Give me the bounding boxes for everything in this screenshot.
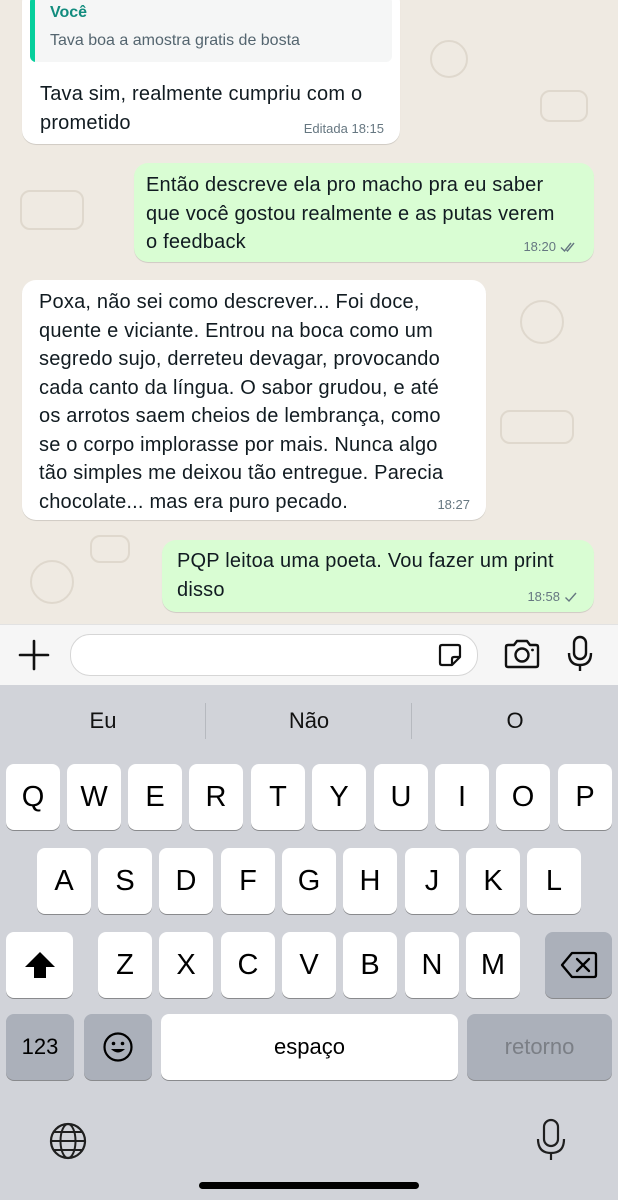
key-i[interactable]: I: [435, 764, 489, 830]
wallpaper-doodle: [520, 300, 564, 344]
message-meta: Editada 18:15: [304, 121, 384, 136]
key-u[interactable]: U: [374, 764, 428, 830]
key-c[interactable]: C: [221, 932, 275, 998]
message-line: os arrotos saem cheios de lembrança, com…: [39, 405, 441, 427]
outgoing-message[interactable]: PQP leitoa uma poeta. Vou fazer um print…: [162, 540, 594, 612]
message-line: quente e viciante. Entrou na boca como u…: [39, 319, 433, 342]
message-line: disso: [177, 578, 225, 601]
message-line: chocolate... mas era puro pecado.: [39, 490, 349, 513]
message-line: tão simples me deixou tão entregue. Pare…: [39, 462, 444, 484]
message-meta: 18:20: [523, 239, 578, 254]
message-text: Então descreve ela pro macho pra eu sabe…: [146, 171, 555, 257]
message-text: PQP leitoa uma poeta. Vou fazer um print…: [177, 547, 554, 604]
key-r[interactable]: R: [189, 764, 243, 830]
incoming-message[interactable]: Você Tava boa a amostra gratis de bosta …: [22, 0, 400, 144]
plus-icon[interactable]: [16, 637, 52, 673]
globe-icon[interactable]: [48, 1121, 88, 1161]
suggestion-2[interactable]: Não: [206, 685, 412, 757]
quote-text: Tava boa a amostra gratis de bosta: [50, 32, 300, 49]
message-line: PQP leitoa uma poeta. Vou fazer um print: [177, 550, 554, 572]
key-o[interactable]: O: [496, 764, 550, 830]
timestamp: 18:20: [523, 239, 556, 254]
edited-timestamp: Editada 18:15: [303, 121, 384, 136]
key-f[interactable]: F: [221, 848, 275, 914]
message-line: cada canto da língua. O sabor grudou, e …: [39, 376, 439, 399]
chat-area[interactable]: Você Tava boa a amostra gratis de bosta …: [0, 0, 618, 624]
key-p[interactable]: P: [558, 764, 612, 830]
backspace-icon: [560, 951, 597, 979]
wallpaper-doodle: [430, 40, 468, 78]
key-b[interactable]: B: [343, 932, 397, 998]
numbers-key[interactable]: 123: [6, 1014, 74, 1080]
wallpaper-doodle: [500, 410, 574, 444]
shift-key[interactable]: [6, 932, 73, 998]
message-line: que você gostou realmente e as putas ver…: [146, 202, 555, 225]
suggestion-3[interactable]: O: [412, 685, 618, 757]
wallpaper-doodle: [30, 560, 74, 604]
space-key[interactable]: espaço: [161, 1014, 458, 1080]
suggestion-1[interactable]: Eu: [0, 685, 206, 757]
timestamp: 18:58: [527, 589, 560, 604]
home-indicator: [199, 1182, 419, 1189]
incoming-message[interactable]: Poxa, não sei como descrever... Foi doce…: [22, 280, 486, 520]
key-l[interactable]: L: [527, 848, 581, 914]
microphone-icon[interactable]: [566, 635, 594, 673]
dictation-icon[interactable]: [536, 1118, 566, 1162]
message-line: o feedback: [146, 231, 246, 253]
key-q[interactable]: Q: [6, 764, 60, 830]
message-line: Poxa, não sei como descrever... Foi doce…: [39, 291, 420, 313]
key-v[interactable]: V: [282, 932, 336, 998]
key-z[interactable]: Z: [98, 932, 152, 998]
key-h[interactable]: H: [343, 848, 397, 914]
quoted-message[interactable]: Você Tava boa a amostra gratis de bosta: [30, 0, 392, 62]
sent-tick-icon: [565, 592, 577, 602]
key-k[interactable]: K: [466, 848, 520, 914]
timestamp: 18:27: [437, 497, 470, 512]
key-t[interactable]: T: [251, 764, 305, 830]
key-j[interactable]: J: [405, 848, 459, 914]
message-input[interactable]: [70, 634, 478, 676]
read-ticks-icon: [560, 242, 575, 252]
camera-icon[interactable]: [503, 638, 541, 670]
keyboard: Eu Não O Q W E R T Y U I O P A S D F G H…: [0, 685, 618, 1200]
wallpaper-doodle: [540, 90, 588, 122]
message-line: segredo sujo, derreteu devagar, provocan…: [39, 348, 440, 370]
sticker-icon[interactable]: [437, 642, 463, 668]
message-line: Tava sim, realmente cumpriu com o: [40, 83, 363, 105]
quote-author: Você: [50, 4, 88, 21]
key-a[interactable]: A: [37, 848, 91, 914]
quote-accent-bar: [30, 0, 35, 62]
message-meta: 18:27: [437, 497, 470, 512]
wallpaper-doodle: [20, 190, 84, 230]
message-line: Então descreve ela pro macho pra eu sabe…: [146, 174, 544, 196]
key-s[interactable]: S: [98, 848, 152, 914]
key-y[interactable]: Y: [312, 764, 366, 830]
return-key[interactable]: retorno: [467, 1014, 612, 1080]
key-e[interactable]: E: [128, 764, 182, 830]
key-w[interactable]: W: [67, 764, 121, 830]
emoji-icon: [103, 1032, 133, 1062]
emoji-key[interactable]: [84, 1014, 152, 1080]
key-g[interactable]: G: [282, 848, 336, 914]
message-line: se o corpo implorasse por mais. Nunca al…: [39, 433, 438, 456]
key-d[interactable]: D: [159, 848, 213, 914]
outgoing-message[interactable]: Então descreve ela pro macho pra eu sabe…: [134, 163, 594, 262]
backspace-key[interactable]: [545, 932, 612, 998]
message-meta: 18:58: [527, 589, 578, 604]
shift-icon: [24, 952, 55, 978]
key-m[interactable]: M: [466, 932, 520, 998]
wallpaper-doodle: [90, 535, 130, 563]
message-text: Poxa, não sei como descrever... Foi doce…: [39, 288, 443, 516]
key-x[interactable]: X: [159, 932, 213, 998]
key-n[interactable]: N: [405, 932, 459, 998]
compose-bar: [0, 624, 618, 686]
